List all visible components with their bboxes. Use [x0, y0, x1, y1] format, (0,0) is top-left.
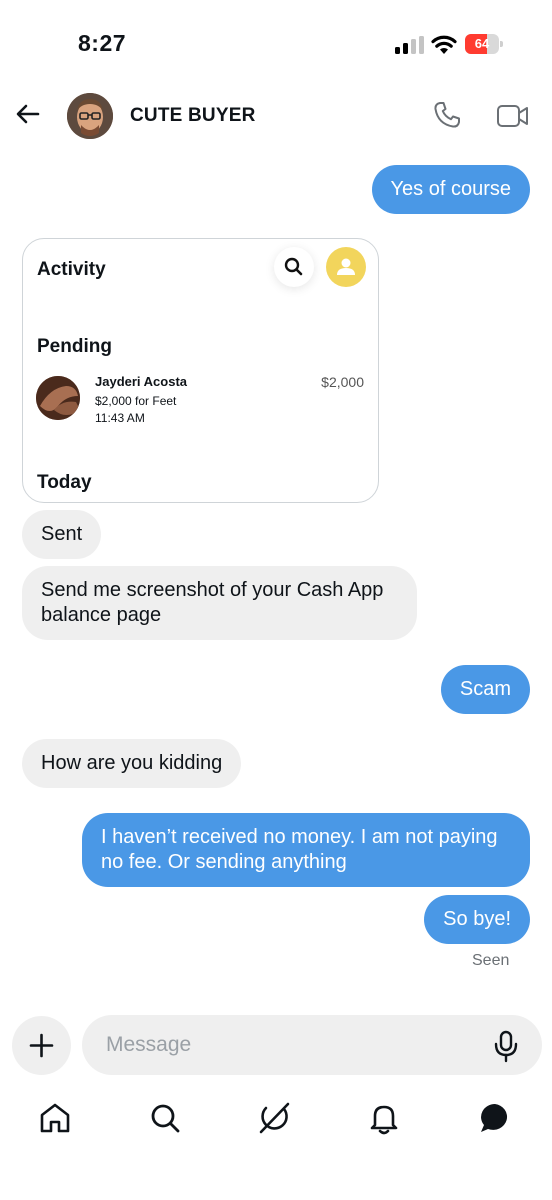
microphone-icon[interactable]	[490, 1029, 522, 1063]
home-icon[interactable]	[37, 1100, 73, 1136]
transaction-amount: $2,000	[321, 374, 364, 390]
card-search-button	[274, 247, 314, 287]
transaction-note: $2,000 for Feet	[95, 394, 177, 408]
plus-icon	[29, 1033, 54, 1058]
transaction-avatar	[36, 376, 80, 420]
today-heading: Today	[37, 472, 92, 493]
message-bubble-incoming[interactable]: How are you kidding	[22, 739, 242, 788]
grok-icon[interactable]	[256, 1100, 292, 1136]
message-image-attachment[interactable]: Activity Pending Jayderi Acosta $2,000 f…	[22, 238, 379, 503]
phone-icon[interactable]	[432, 100, 462, 130]
transaction-time: 11:43 AM	[95, 411, 145, 425]
message-input[interactable]: Message	[82, 1015, 542, 1075]
cellular-signal-icon	[395, 36, 424, 54]
read-receipt: Seen	[472, 952, 510, 969]
card-title: Activity	[37, 259, 106, 280]
status-time: 8:27	[78, 30, 127, 56]
battery-indicator: 64	[465, 34, 503, 54]
wifi-icon	[431, 35, 457, 54]
message-bubble-outgoing[interactable]: So bye!	[424, 895, 530, 944]
add-attachment-button[interactable]	[12, 1016, 71, 1075]
message-bubble-outgoing[interactable]: I haven’t received no money. I am not pa…	[82, 813, 530, 887]
transaction-name: Jayderi Acosta	[95, 374, 188, 389]
contact-name[interactable]: CUTE BUYER	[130, 105, 256, 127]
arrow-left-icon[interactable]	[12, 98, 44, 130]
avatar[interactable]	[67, 93, 113, 139]
search-icon	[284, 257, 303, 276]
battery-percent: 64	[474, 36, 490, 51]
message-bubble-incoming[interactable]: Send me screenshot of your Cash App bala…	[22, 566, 417, 640]
video-camera-icon[interactable]	[496, 101, 530, 131]
conversation-header: CUTE BUYER	[0, 90, 552, 142]
person-icon	[337, 258, 355, 275]
message-bubble-outgoing[interactable]: Scam	[440, 665, 530, 714]
search-icon[interactable]	[147, 1100, 183, 1136]
pending-heading: Pending	[37, 336, 112, 357]
messages-icon[interactable]	[477, 1100, 513, 1136]
notifications-icon[interactable]	[366, 1100, 402, 1136]
message-bubble-incoming[interactable]: Sent	[22, 510, 102, 559]
card-profile-button	[326, 247, 366, 287]
message-placeholder: Message	[106, 1033, 192, 1056]
status-bar: 8:27 64	[0, 0, 552, 90]
message-bubble-outgoing[interactable]: Yes of course	[371, 165, 530, 214]
